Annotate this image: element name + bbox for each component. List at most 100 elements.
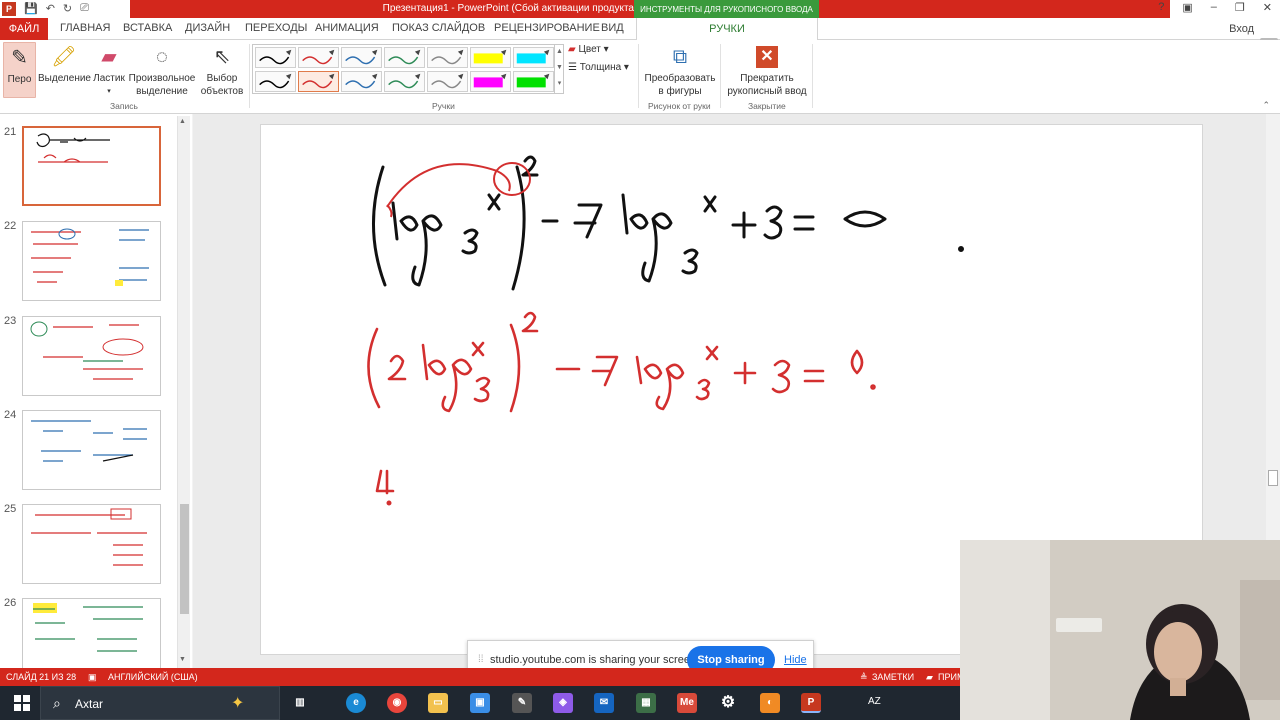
pen-stroke-icon bbox=[302, 73, 335, 89]
scroll-down-icon[interactable]: ▼ bbox=[179, 656, 186, 663]
convert-label: Преобразовать в фигуры bbox=[644, 73, 716, 97]
outlook-icon[interactable]: ✉ bbox=[594, 693, 614, 713]
language-indicator[interactable]: АНГЛИЙСКИЙ (США) bbox=[108, 672, 198, 682]
calculator-icon[interactable]: ▦ bbox=[636, 693, 656, 713]
lasso-select-button[interactable]: ◌ Произвольное выделение bbox=[128, 42, 196, 98]
app-icon[interactable]: ✎ bbox=[512, 693, 532, 713]
tab-animation[interactable]: АНИМАЦИЯ bbox=[315, 22, 379, 34]
pen-stroke-icon bbox=[431, 73, 464, 89]
gallery-scroll[interactable]: ▲ ▼ ▾ bbox=[554, 44, 564, 94]
spellcheck-icon[interactable]: ▣ bbox=[88, 672, 97, 683]
hide-banner-link[interactable]: Hide bbox=[784, 654, 807, 666]
window-controls: ? ▣ – ❐ ✕ bbox=[1158, 1, 1272, 14]
group-separator bbox=[638, 44, 639, 108]
pen-swatch[interactable] bbox=[427, 71, 468, 92]
group-separator bbox=[249, 44, 250, 108]
slide-number: 22 bbox=[4, 220, 17, 232]
collapse-ribbon-icon[interactable]: ⌃ bbox=[1262, 100, 1270, 111]
pen-swatch[interactable] bbox=[255, 47, 296, 68]
tab-insert[interactable]: ВСТАВКА bbox=[123, 22, 172, 34]
copilot-icon[interactable]: ◈ bbox=[553, 693, 573, 713]
store-icon[interactable]: ▣ bbox=[470, 693, 490, 713]
settings-gear-icon[interactable]: ⚙ bbox=[718, 693, 738, 713]
save-icon[interactable]: 💾 bbox=[24, 2, 38, 16]
tab-slideshow[interactable]: ПОКАЗ СЛАЙДОВ bbox=[392, 22, 485, 34]
highlighter-pen-icon bbox=[473, 49, 507, 64]
pen-swatch[interactable] bbox=[513, 71, 554, 92]
pen-stroke-icon bbox=[259, 49, 292, 65]
pen-swatch[interactable] bbox=[384, 71, 425, 92]
stop-inking-button[interactable]: ✕ Прекратить рукописный ввод bbox=[724, 42, 810, 98]
thickness-dropdown[interactable]: ☰ Толщина ▾ bbox=[568, 62, 629, 73]
pen-stroke-icon bbox=[388, 73, 421, 89]
pen-stroke-icon bbox=[345, 49, 378, 65]
chrome-icon[interactable]: ◉ bbox=[387, 693, 407, 713]
app-orange-icon[interactable]: ◐ bbox=[760, 693, 780, 713]
windows-start-icon[interactable] bbox=[14, 695, 30, 711]
tab-transitions[interactable]: ПЕРЕХОДЫ bbox=[245, 22, 307, 34]
pen-swatch[interactable] bbox=[255, 71, 296, 92]
convert-to-shapes-button[interactable]: ⧉ Преобразовать в фигуры bbox=[642, 42, 718, 98]
pen-swatch[interactable] bbox=[513, 47, 554, 68]
tab-view[interactable]: ВИД bbox=[601, 22, 624, 34]
thickness-label: Толщина bbox=[579, 62, 622, 73]
pen-stroke-icon bbox=[302, 49, 335, 65]
close-icon[interactable]: ✕ bbox=[1263, 1, 1272, 14]
share-message: studio.youtube.com is sharing your scree… bbox=[490, 654, 700, 666]
slide-number: 21 bbox=[4, 126, 17, 138]
keyboard-language[interactable]: AZ bbox=[868, 696, 881, 707]
pen-swatch[interactable] bbox=[341, 47, 382, 68]
slide-thumbnail[interactable] bbox=[22, 410, 161, 490]
slide-number: 24 bbox=[4, 409, 17, 421]
app-me-icon[interactable]: Me bbox=[677, 693, 697, 713]
pen-swatch[interactable] bbox=[298, 47, 339, 68]
eraser-button[interactable]: ▰ Ластик ▾ bbox=[92, 42, 126, 98]
slide-scrollbar[interactable] bbox=[1266, 114, 1280, 544]
color-dropdown[interactable]: ▰ Цвет ▾ bbox=[568, 44, 609, 55]
pen-swatch[interactable] bbox=[341, 71, 382, 92]
notes-button[interactable]: ЗАМЕТКИ bbox=[872, 672, 914, 682]
powerpoint-taskbar-icon[interactable]: P bbox=[801, 693, 821, 713]
scroll-up-icon[interactable]: ▲ bbox=[179, 118, 186, 125]
color-label: Цвет bbox=[578, 44, 601, 55]
sign-in-link[interactable]: Вход bbox=[1229, 23, 1254, 35]
select-objects-button[interactable]: ⇖ Выбор объектов bbox=[198, 42, 246, 98]
pen-icon: ✎ bbox=[11, 46, 28, 69]
pen-swatch[interactable] bbox=[298, 71, 339, 92]
tab-home[interactable]: ГЛАВНАЯ bbox=[60, 22, 110, 34]
redo-icon[interactable]: ↻ bbox=[63, 2, 72, 16]
pen-swatch[interactable] bbox=[427, 47, 468, 68]
edge-icon[interactable]: e bbox=[346, 693, 366, 713]
undo-icon[interactable]: ↶ bbox=[46, 2, 55, 16]
present-icon[interactable]: ⎚ bbox=[80, 2, 89, 16]
eraser-icon: ▰ bbox=[101, 45, 117, 68]
scrollbar-thumb[interactable] bbox=[1268, 470, 1278, 486]
minimize-icon[interactable]: – bbox=[1211, 1, 1217, 14]
tab-design[interactable]: ДИЗАЙН bbox=[185, 22, 230, 34]
slide-thumbnail[interactable] bbox=[22, 598, 161, 678]
taskbar-search[interactable]: ⌕ Axtar ✦ bbox=[40, 686, 280, 720]
slide-thumbnail[interactable] bbox=[22, 504, 161, 584]
ribbon-display-icon[interactable]: ▣ bbox=[1182, 1, 1192, 14]
slide-thumbnail[interactable] bbox=[22, 221, 161, 301]
pen-swatch[interactable] bbox=[470, 71, 511, 92]
slide-thumbnail[interactable] bbox=[22, 126, 161, 206]
tab-pens[interactable]: РУЧКИ bbox=[636, 18, 818, 40]
pen-swatch[interactable] bbox=[470, 47, 511, 68]
drag-handle-icon[interactable]: ⁞⁞ bbox=[478, 654, 484, 665]
ribbon: ✎ Перо 🖍 Выделение ▰ Ластик ▾ ◌ Произвол… bbox=[0, 40, 1280, 114]
thumbnail-scrollbar[interactable]: ▲ ▼ bbox=[177, 116, 190, 668]
file-explorer-icon[interactable]: ▭ bbox=[428, 693, 448, 713]
highlighter-button[interactable]: 🖍 Выделение bbox=[38, 42, 91, 85]
pen-label: Перо bbox=[7, 74, 32, 85]
task-view-icon[interactable]: ▥ bbox=[290, 693, 310, 713]
tab-file[interactable]: ФАЙЛ bbox=[0, 18, 48, 40]
powerpoint-logo-icon: P bbox=[2, 2, 16, 16]
help-icon[interactable]: ? bbox=[1158, 1, 1164, 14]
slide-thumbnail[interactable] bbox=[22, 316, 161, 396]
scrollbar-thumb[interactable] bbox=[180, 504, 189, 614]
pen-swatch[interactable] bbox=[384, 47, 425, 68]
restore-icon[interactable]: ❐ bbox=[1235, 1, 1245, 14]
pen-button[interactable]: ✎ Перо bbox=[3, 42, 36, 98]
tab-review[interactable]: РЕЦЕНЗИРОВАНИЕ bbox=[494, 22, 600, 34]
